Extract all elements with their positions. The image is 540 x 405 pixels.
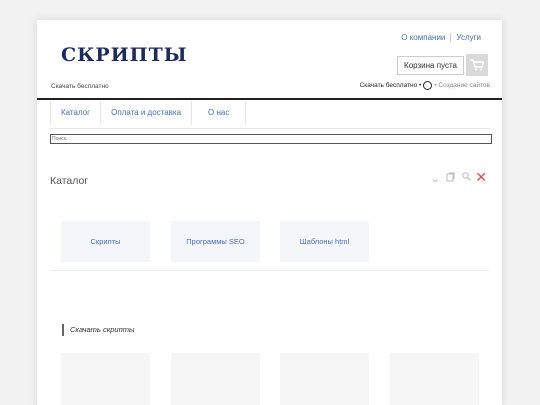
nav-item-about[interactable]: О нас xyxy=(192,101,247,125)
cart-label[interactable]: Корзина пуста xyxy=(397,55,464,75)
search-icon[interactable] xyxy=(462,172,471,184)
top-link-about[interactable]: О компании xyxy=(396,33,450,42)
product-card[interactable] xyxy=(390,353,479,405)
catalog-item-seo-programs[interactable]: Программы SEO xyxy=(171,221,260,262)
product-card[interactable] xyxy=(171,353,260,405)
chevron-down-icon[interactable]: ⌄ xyxy=(431,172,440,185)
catalog-title: Каталог xyxy=(50,175,89,187)
copy-icon[interactable] xyxy=(446,172,455,185)
cart-icon[interactable] xyxy=(466,54,488,76)
whatsapp-icon[interactable] xyxy=(423,81,433,90)
subtitle-right-part1: Скачать бесплатно • xyxy=(359,82,422,89)
product-card[interactable] xyxy=(61,353,150,405)
top-links: О компании Услуги xyxy=(396,33,486,42)
nav-underline xyxy=(50,128,489,129)
catalog-item-scripts[interactable]: Скрипты xyxy=(61,221,150,262)
header-divider xyxy=(37,98,502,100)
catalog-divider xyxy=(50,270,489,271)
close-icon[interactable]: ✕ xyxy=(475,169,487,186)
search-input[interactable] xyxy=(50,134,492,144)
catalog-item-html-templates[interactable]: Шаблоны html xyxy=(280,221,369,262)
product-card[interactable] xyxy=(280,353,369,405)
subtitle-left: Скачать бесплатно xyxy=(51,83,109,90)
main-nav: Каталог Оплата и доставка О нас xyxy=(50,101,247,125)
subtitle-right-part2: • Создание сайтов xyxy=(434,82,490,89)
subtitle-right: Скачать бесплатно • • Создание сайтов xyxy=(360,81,490,90)
nav-item-payment-delivery[interactable]: Оплата и доставка xyxy=(101,101,193,125)
page-container: СКРИПТЫ О компании Услуги Корзина пуста … xyxy=(37,20,502,405)
nav-item-catalog[interactable]: Каталог xyxy=(50,101,102,125)
site-logo[interactable]: СКРИПТЫ xyxy=(61,44,188,66)
top-link-services[interactable]: Услуги xyxy=(450,33,486,42)
cart[interactable]: Корзина пуста xyxy=(397,54,488,76)
section-title: Скачать скрипты xyxy=(62,324,134,336)
